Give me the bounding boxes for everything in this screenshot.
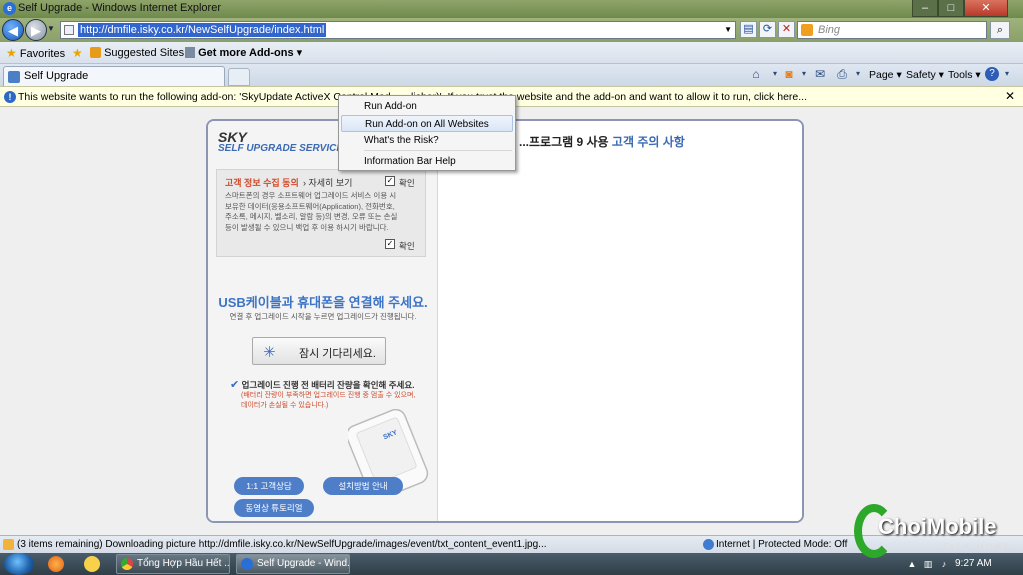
infobar-close-icon[interactable]: ✕	[1005, 89, 1015, 103]
address-dropdown-icon[interactable]: ▼	[724, 25, 732, 34]
start-button[interactable]	[4, 553, 34, 575]
taskbar-item-ie-label: Self Upgrade - Wind...	[257, 558, 350, 569]
add-favorite-icon[interactable]: ★	[72, 46, 83, 60]
consent-more-link[interactable]: › 자세히 보기	[303, 176, 352, 189]
bing-icon	[801, 24, 813, 36]
taskbar-item-ie[interactable]: Self Upgrade - Wind...	[236, 554, 350, 574]
get-more-addons-link[interactable]: Get more Add-ons ▾	[185, 46, 302, 59]
battery-check: ✔ 업그레이드 진행 전 배터리 잔량을 확인해 주세요.	[230, 378, 415, 391]
addons-page-icon	[185, 47, 195, 58]
safety-menu[interactable]: Safety ▾	[906, 69, 944, 81]
feeds-dropdown-icon[interactable]: ▾	[797, 67, 811, 81]
favorites-bar: ★ Favorites ★ Suggested Sites ▾ Get more…	[0, 42, 1023, 64]
close-button[interactable]: ✕	[964, 0, 1008, 17]
download-status-icon	[3, 539, 14, 550]
upgrade-panel: SKY SELF UPGRADE SERVICE 고객 정보 수집 동의 › 자…	[206, 119, 804, 523]
wait-button[interactable]: ✳ 잠시 기다리세요.	[252, 337, 386, 365]
consult-button[interactable]: 1:1 고객상담	[234, 477, 304, 495]
search-input[interactable]: Bing	[797, 21, 987, 39]
search-placeholder: Bing	[818, 24, 841, 36]
tab-page-icon	[8, 71, 20, 83]
stop-icon[interactable]: ✕	[778, 21, 795, 38]
consent-checkbox-1[interactable]: ✓	[385, 176, 395, 186]
watermark-brand: ChoiMobile	[878, 514, 997, 539]
confirm-label-2: 확인	[399, 241, 415, 251]
notice-header-prefix: ...프로그램 9 사용	[519, 135, 612, 149]
favorites-button[interactable]: ★ Favorites	[6, 46, 65, 60]
menu-whats-the-risk[interactable]: What's the Risk?	[341, 132, 513, 149]
suggested-sites-link[interactable]: Suggested Sites ▾	[90, 46, 193, 59]
usb-connect-title: USB케이블과 휴대폰을 연결해 주세요.	[218, 295, 428, 310]
print-dropdown-icon[interactable]: ▾	[851, 67, 865, 81]
compatibility-view-icon[interactable]: ▤	[740, 21, 757, 38]
tab-label: Self Upgrade	[24, 70, 89, 82]
forward-button[interactable]: ▶	[25, 19, 47, 41]
address-bar[interactable]: http://dmfile.isky.co.kr/NewSelfUpgrade/…	[60, 21, 736, 39]
consent-box: 고객 정보 수집 동의 › 자세히 보기 ✓ 확인 스마트폰의 경우 소프트웨어…	[216, 169, 426, 257]
menu-separator	[364, 150, 512, 151]
feeds-icon[interactable]: ◙	[782, 67, 796, 81]
star-icon: ★	[6, 46, 17, 60]
install-guide-button[interactable]: 설치방법 안내	[323, 477, 403, 495]
ie-logo-icon: e	[3, 2, 16, 15]
tools-menu[interactable]: Tools ▾	[948, 69, 981, 81]
service-logo: SELF UPGRADE SERVICE	[218, 143, 344, 154]
taskbar-item-chrome-label: Tổng Hợp Hầu Hết ...	[137, 558, 230, 569]
firefox-icon[interactable]	[48, 556, 64, 572]
window-title: Self Upgrade - Windows Internet Explorer	[18, 2, 221, 14]
help-dropdown-icon[interactable]: ▾	[1000, 67, 1014, 81]
page-content: SKY SELF UPGRADE SERVICE 고객 정보 수집 동의 › 자…	[0, 107, 1023, 535]
watermark-tagline: TALK MORE	[942, 542, 1012, 552]
battery-note: (배터리 잔량이 부족하면 업그레이드 진행 중 멈출 수 있으며, 데이터가 …	[241, 392, 416, 409]
refresh-icon[interactable]: ⟳	[759, 21, 776, 38]
spinner-icon: ✳	[263, 344, 276, 361]
menu-run-addon[interactable]: Run Add-on	[341, 98, 513, 115]
notice-header: ...프로그램 9 사용 고객 주의 사항	[519, 133, 685, 150]
notice-header-highlight: 고객 주의 사항	[611, 135, 685, 149]
wait-label: 잠시 기다리세요.	[299, 348, 376, 360]
info-shield-icon: !	[4, 91, 16, 103]
title-bar: e Self Upgrade - Windows Internet Explor…	[0, 0, 1023, 18]
status-text: (3 items remaining) Downloading picture …	[17, 539, 547, 550]
confirm-label-1: 확인	[399, 178, 415, 188]
history-dropdown-icon[interactable]: ▼	[47, 24, 55, 33]
address-row: ◀ ▶ ▼ http://dmfile.isky.co.kr/NewSelfUp…	[0, 18, 1023, 42]
menu-information-bar-help[interactable]: Information Bar Help	[341, 153, 513, 170]
home-dropdown-icon[interactable]: ▾	[768, 67, 782, 81]
taskbar-item-chrome[interactable]: Tổng Hợp Hầu Hết ...	[116, 554, 230, 574]
consent-body: 스마트폰의 경우 소프트웨어 업그레이드 서비스 이용 시 보유한 데이터(응용…	[225, 191, 398, 232]
page-icon	[64, 25, 74, 35]
help-icon[interactable]: ?	[985, 67, 999, 81]
tab-self-upgrade[interactable]: Self Upgrade	[3, 66, 225, 86]
search-icon[interactable]: ⌕	[990, 21, 1010, 39]
chrome-icon	[121, 558, 133, 570]
maximize-button[interactable]: □	[938, 0, 964, 17]
back-button[interactable]: ◀	[2, 19, 24, 41]
watermark-logo: ChoiMobile TALK MORE	[852, 500, 1022, 570]
mail-icon[interactable]: ✉	[813, 67, 827, 81]
print-icon[interactable]: ⎙	[835, 67, 849, 81]
addon-context-menu: Run Add-on Run Add-on on All Websites Wh…	[338, 95, 516, 171]
internet-zone-icon	[703, 539, 714, 550]
minimize-button[interactable]: –	[912, 0, 938, 17]
usb-connect-subtitle: 연결 후 업그레이드 시작을 누르면 업그레이드가 진행됩니다.	[229, 312, 417, 321]
checkmark-icon: ✔	[230, 379, 240, 391]
address-url[interactable]: http://dmfile.isky.co.kr/NewSelfUpgrade/…	[78, 23, 327, 37]
consent-title: 고객 정보 수집 동의	[225, 178, 299, 188]
left-column: SKY SELF UPGRADE SERVICE 고객 정보 수집 동의 › 자…	[208, 121, 438, 521]
page-menu[interactable]: Page ▾	[869, 69, 902, 81]
consent-checkbox-2[interactable]: ✓	[385, 239, 395, 249]
menu-run-addon-all-websites[interactable]: Run Add-on on All Websites	[341, 115, 513, 132]
video-tutorial-button[interactable]: 동영상 튜토리얼	[234, 499, 314, 517]
suggested-sites-icon	[90, 47, 101, 58]
home-icon[interactable]: ⌂	[749, 67, 763, 81]
smiley-icon[interactable]	[84, 556, 100, 572]
ie-taskbar-icon	[241, 558, 253, 570]
battery-title: 업그레이드 진행 전 배터리 잔량을 확인해 주세요.	[241, 380, 415, 390]
tab-bar: Self Upgrade ⌂ ▾ ◙ ▾ ✉ ⎙ ▾ Page ▾ Safety…	[0, 64, 1023, 86]
new-tab-button[interactable]	[228, 68, 250, 86]
security-zone[interactable]: Internet | Protected Mode: Off	[716, 539, 847, 550]
right-column: ...프로그램 9 사용 고객 주의 사항	[439, 121, 802, 521]
